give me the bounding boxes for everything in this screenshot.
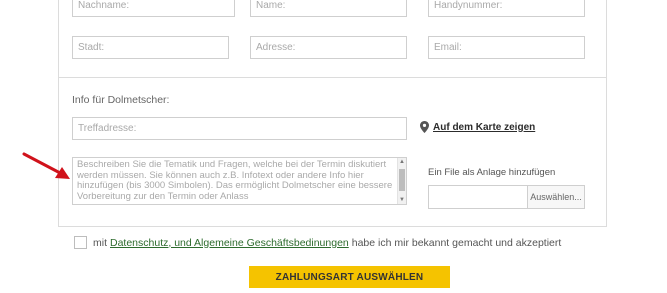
consent-prefix: mit — [93, 236, 107, 249]
scroll-down-icon[interactable]: ▼ — [399, 197, 405, 203]
textarea-scrollbar[interactable]: ▲ ▼ — [397, 158, 406, 204]
scrollbar-thumb[interactable] — [399, 169, 405, 191]
interpreter-info-title: Info für Dolmetscher: — [72, 94, 170, 106]
consent-checkbox[interactable] — [74, 236, 87, 249]
nachname-input[interactable] — [72, 0, 235, 17]
consent-suffix: habe ich mir bekannt gemacht und akzepti… — [351, 236, 562, 249]
red-arrow-annotation — [22, 152, 70, 179]
name-input[interactable] — [250, 0, 407, 17]
treffadresse-input[interactable] — [72, 117, 407, 140]
terms-link[interactable]: Datenschutz, und Algemeine Geschäftsbedi… — [110, 237, 349, 249]
description-textarea[interactable] — [73, 158, 398, 204]
description-textarea-wrapper: ▲ ▼ — [72, 157, 407, 205]
file-path-field[interactable] — [428, 185, 527, 209]
scroll-up-icon[interactable]: ▲ — [399, 159, 405, 165]
select-payment-button[interactable]: ZAHLUNGSART AUSWÄHLEN — [249, 266, 450, 288]
show-on-map-link[interactable]: Auf dem Karte zeigen — [420, 121, 535, 133]
section-divider — [58, 77, 607, 78]
handynummer-input[interactable] — [428, 0, 585, 17]
map-pin-icon — [420, 121, 429, 133]
attachment-label: Ein File als Anlage hinzufügen — [428, 167, 556, 178]
stadt-input[interactable] — [72, 36, 229, 59]
adresse-input[interactable] — [250, 36, 407, 59]
email-input[interactable] — [428, 36, 585, 59]
browse-file-button[interactable]: Auswählen... — [527, 185, 585, 209]
consent-row: mit Datenschutz, und Algemeine Geschäfts… — [74, 236, 561, 249]
show-on-map-label: Auf dem Karte zeigen — [433, 121, 536, 133]
